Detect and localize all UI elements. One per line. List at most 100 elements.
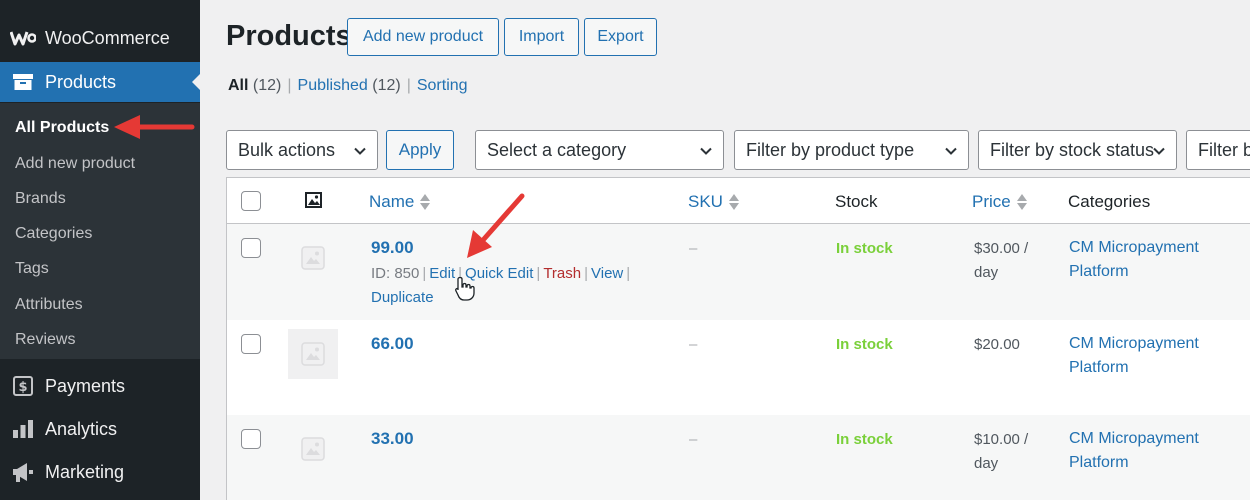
stock-status: In stock [836,431,893,448]
products-table: Name SKU Stock Price Categories 99.00 ID… [226,177,1250,500]
submenu-reviews[interactable]: Reviews [15,331,75,349]
sort-arrows-icon [420,193,431,211]
product-name-link[interactable]: 33.00 [371,429,414,449]
quick-edit-link[interactable]: Quick Edit [465,265,533,282]
table-row: 33.00 – In stock $10.00 / day CM Micropa… [227,415,1250,500]
bar-chart-icon [0,419,45,439]
import-button[interactable]: Import [504,18,579,56]
submenu-tags[interactable]: Tags [15,260,49,278]
product-category-link[interactable]: CM Micropayment Platform [1069,236,1219,284]
product-price: $20.00 [974,336,1020,353]
menu-payments-label: Payments [45,375,126,396]
product-price: $30.00 / day [974,240,1029,281]
submenu-attributes[interactable]: Attributes [15,296,83,314]
menu-products[interactable]: Products [0,62,200,102]
column-sku[interactable]: SKU [688,192,739,212]
submenu-all-products[interactable]: All Products [15,119,109,137]
column-name[interactable]: Name [369,192,431,212]
view-published-count: (12) [372,77,401,94]
view-all[interactable]: All [228,77,248,94]
product-category-link[interactable]: CM Micropayment Platform [1069,427,1219,475]
submenu-categories[interactable]: Categories [15,225,92,243]
category-filter-value: Select a category [487,139,627,160]
export-button[interactable]: Export [584,18,657,56]
column-price-label: Price [972,192,1011,211]
product-sku: – [689,240,698,257]
product-thumbnail[interactable] [288,424,338,474]
duplicate-link[interactable]: Duplicate [371,289,434,306]
image-column-icon [305,192,322,213]
brand-filter-value: Filter b [1198,139,1250,160]
chevron-down-icon [700,147,712,155]
view-link[interactable]: View [591,265,623,282]
placeholder-image-icon [301,246,325,270]
placeholder-image-icon [301,437,325,461]
row-checkbox[interactable] [241,334,261,354]
stock-status-filter-value: Filter by stock status [990,139,1155,160]
product-category-link[interactable]: CM Micropayment Platform [1069,332,1219,380]
menu-woocommerce[interactable]: WooCommerce [0,18,200,58]
products-submenu: All Products Add new product Brands Cate… [0,103,200,359]
menu-payments[interactable]: $ Payments [0,366,200,406]
product-name-link[interactable]: 99.00 [371,238,414,258]
main-content: Products Add new product Import Export A… [200,0,1250,500]
archive-box-icon [0,73,45,91]
menu-analytics-label: Analytics [45,418,118,439]
view-sorting[interactable]: Sorting [417,77,468,94]
submenu-brands[interactable]: Brands [15,190,66,208]
menu-analytics[interactable]: Analytics [0,409,200,449]
row-checkbox[interactable] [241,238,261,258]
apply-button[interactable]: Apply [386,130,454,170]
product-thumbnail[interactable] [288,329,338,379]
view-published[interactable]: Published [298,77,368,94]
product-sku: – [689,431,698,448]
table-row: 99.00 ID: 850 | Edit | Quick Edit | Trash | View… [227,224,1250,320]
product-sku: – [689,336,698,353]
stock-status: In stock [836,240,893,257]
stock-status-filter-select[interactable]: Filter by stock status [978,130,1177,170]
menu-woocommerce-label: WooCommerce [45,27,170,48]
admin-sidebar: WooCommerce Products All Products Add ne… [0,0,200,500]
column-name-label: Name [369,192,415,211]
svg-text:$: $ [18,380,27,395]
add-new-product-button[interactable]: Add new product [347,18,499,56]
category-filter-select[interactable]: Select a category [475,130,724,170]
column-price[interactable]: Price [972,192,1027,212]
view-all-count: (12) [252,77,282,94]
product-type-filter-value: Filter by product type [746,139,915,160]
trash-link[interactable]: Trash [543,265,581,282]
brand-filter-select[interactable]: Filter b [1186,130,1250,170]
product-thumbnail[interactable] [288,233,338,283]
select-all-checkbox[interactable] [241,191,261,211]
product-price: $10.00 / day [974,431,1029,472]
bulk-actions-select[interactable]: Bulk actions [226,130,378,170]
view-separator: | [406,77,411,94]
chevron-down-icon [1153,147,1165,155]
product-name-link[interactable]: 66.00 [371,334,414,354]
dollar-box-icon: $ [0,376,45,396]
menu-products-label: Products [45,71,117,92]
column-sku-label: SKU [688,192,723,211]
megaphone-icon [0,461,45,483]
table-header: Name SKU Stock Price Categories [227,178,1250,224]
product-type-filter-select[interactable]: Filter by product type [734,130,969,170]
chevron-down-icon [354,147,366,155]
table-row: 66.00 – In stock $20.00 CM Micropayment … [227,320,1250,416]
page-title: Products [226,20,352,52]
column-categories: Categories [1068,192,1151,211]
menu-marketing-label: Marketing [45,461,125,482]
chevron-down-icon [945,147,957,155]
product-id: ID: 850 [371,265,420,282]
menu-marketing[interactable]: Marketing [0,452,200,492]
stock-status: In stock [836,336,893,353]
column-stock: Stock [835,192,878,211]
submenu-add-new-product[interactable]: Add new product [15,155,135,173]
status-views: All (12) | Published (12) | Sorting [228,77,468,95]
sort-arrows-icon [728,193,739,211]
woocommerce-icon [0,30,45,46]
placeholder-image-icon [301,342,325,366]
bulk-actions-value: Bulk actions [238,139,336,160]
edit-link[interactable]: Edit [429,265,455,282]
sort-arrows-icon [1016,193,1027,211]
row-checkbox[interactable] [241,429,261,449]
